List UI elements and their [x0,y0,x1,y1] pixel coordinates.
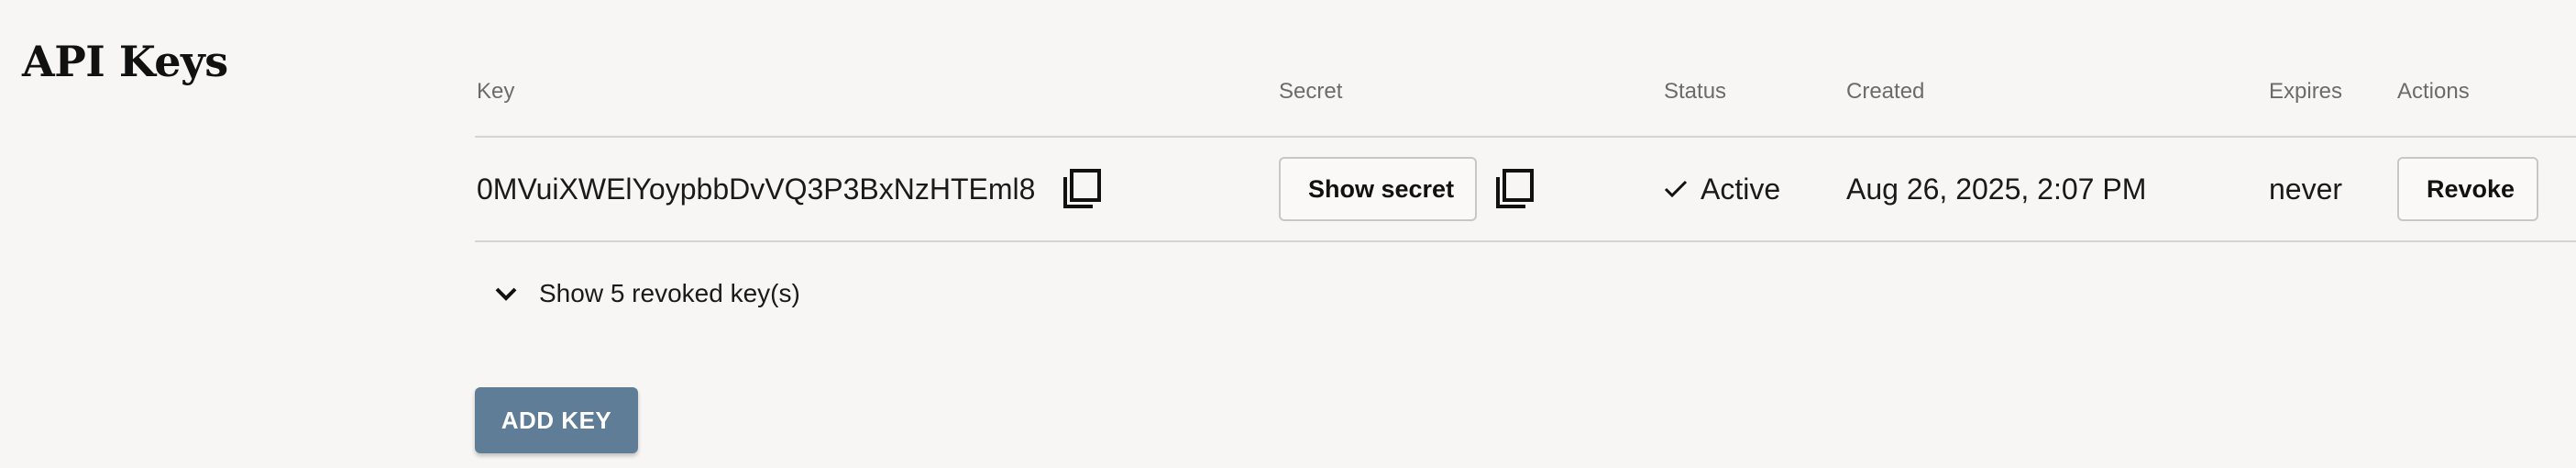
add-key-button[interactable]: ADD KEY [475,387,638,453]
revoke-button[interactable]: Revoke [2397,157,2538,221]
expires-value: never [2269,172,2343,206]
copy-icon [1496,169,1534,208]
copy-secret-button[interactable] [1493,168,1536,210]
api-keys-page: API Keys Key Secret Status Created Expir… [0,0,2576,468]
column-header-expires: Expires [2269,79,2343,104]
column-header-actions: Actions [2397,79,2470,104]
key-cell: 0MVuiXWElYoypbbDvVQ3P3BxNzHTEml8 [477,138,1103,240]
api-key-value: 0MVuiXWElYoypbbDvVQ3P3BxNzHTEml8 [477,172,1036,206]
chevron-down-icon [491,279,521,308]
column-header-key: Key [477,79,515,104]
page-title: API Keys [22,37,228,86]
check-icon [1664,179,1688,199]
created-cell: Aug 26, 2025, 2:07 PM [1846,138,2146,240]
show-revoked-keys-label: Show 5 revoked key(s) [539,279,800,307]
secret-cell: Show secret [1279,138,1536,240]
copy-icon [1063,169,1102,208]
show-revoked-keys-toggle[interactable]: Show 5 revoked key(s) [491,279,800,308]
status-badge: Active [1701,172,1781,206]
table-header: Key Secret Status Created Expires Action… [475,55,2576,138]
column-header-secret: Secret [1279,79,1343,104]
copy-key-button[interactable] [1061,168,1103,210]
created-date: Aug 26, 2025, 2:07 PM [1846,172,2147,206]
table-row: 0MVuiXWElYoypbbDvVQ3P3BxNzHTEml8 Show se… [475,138,2576,242]
status-cell: Active [1664,138,1780,240]
actions-cell: Revoke [2397,138,2538,240]
column-header-created: Created [1846,79,1925,104]
api-keys-table: Key Secret Status Created Expires Action… [475,55,2576,242]
expires-cell: never [2269,138,2342,240]
show-secret-button[interactable]: Show secret [1279,157,1477,221]
column-header-status: Status [1664,79,1727,104]
